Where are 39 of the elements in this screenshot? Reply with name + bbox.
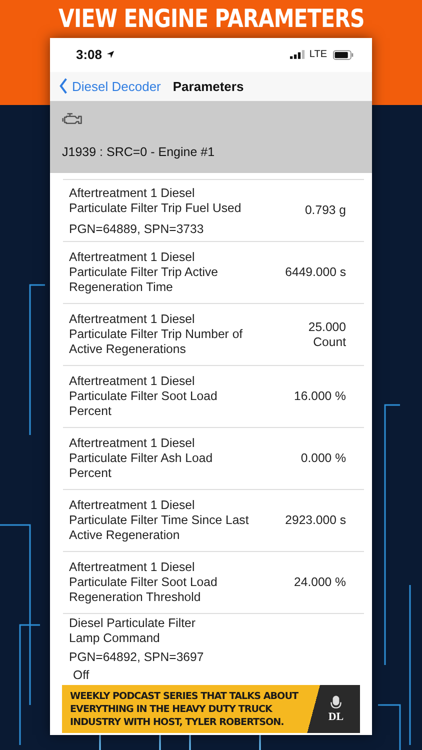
parameter-value: 25.000 Count [307,320,346,350]
parameter-value: 0.793 g [304,203,346,218]
parameter-name: Diesel Particulate Filter Lamp Command [69,616,196,646]
parameter-name: Aftertreatment 1 Diesel Particulate Filter Ash Load Percent [69,436,214,481]
battery-icon [333,50,354,60]
parameter-row[interactable]: Aftertreatment 1 Diesel Particulate Filter Trip Fuel Used PGN=64889, SPN=3733 0.793 g [63,179,364,241]
parameter-row[interactable]: Aftertreatment 1 Diesel Particulate Filter Soot Load Regeneration Threshold 24.000 % [63,551,364,613]
parameter-value: Off [72,668,90,683]
parameter-row[interactable]: Aftertreatment 1 Diesel Particulate Filter Trip Number of Active Regenerations 25.000 Count [63,303,364,365]
signal-icon [290,50,306,60]
parameter-name: Aftertreatment 1 Diesel Particulate Filter Soot Load Regeneration Threshold [69,560,218,605]
parameter-name: Aftertreatment 1 Diesel Particulate Filter Trip Fuel Used [69,186,242,216]
location-arrow-icon [106,50,116,60]
parameter-name: Aftertreatment 1 Diesel Particulate Filter Time Since Last Active Regeneration [69,498,250,543]
parameter-id: PGN=64889, SPN=3733 [69,222,205,236]
banner-text: WEEKLY PODCAST SERIES THAT TALKS ABOUT EVERYTHING IN THE HEAVY DUTY TRUCK INDUSTRY WITH HOST, TYLER ROBERTSON. [70,690,300,728]
podcast-logo: DL [316,695,356,723]
parameter-row[interactable]: Aftertreatment 1 Diesel Particulate Filter Trip Active Regeneration Time 6449.000 s [63,241,364,303]
parameter-value: 6449.000 s [284,265,346,280]
network-label: LTE [309,49,327,60]
parameter-row[interactable]: Aftertreatment 1 Diesel Particulate Filter Soot Load Percent 16.000 % [63,365,364,427]
engine-icon [62,110,83,126]
headline: VIEW ENGINE PARAMETERS [58,4,364,34]
section-title: J1939 : SRC=0 - Engine #1 [62,144,216,158]
parameter-id: PGN=64892, SPN=3697 [69,650,205,664]
nav-title: Parameters [172,78,244,94]
parameter-value: 0.000 % [300,451,346,466]
status-time: 3:08 [76,47,102,62]
back-chevron-icon [59,78,68,94]
parameter-row[interactable]: Aftertreatment 1 Diesel Particulate Filter Ash Load Percent 0.000 % [63,427,364,489]
podcast-banner[interactable]: WEEKLY PODCAST SERIES THAT TALKS ABOUT EVERYTHING IN THE HEAVY DUTY TRUCK INDUSTRY WITH HOST, TYLER ROBERTSON. DL [62,685,360,733]
parameter-value: 2923.000 s [284,513,346,528]
parameter-value: 16.000 % [293,389,346,404]
parameter-name: Aftertreatment 1 Diesel Particulate Filter Trip Number of Active Regenerations [69,312,244,357]
back-button[interactable]: Diesel Decoder [59,78,161,94]
parameter-name: Aftertreatment 1 Diesel Particulate Filter Trip Active Regeneration Time [69,250,219,295]
parameter-row[interactable]: Aftertreatment 1 Diesel Particulate Filter Time Since Last Active Regeneration 2923.000 s [63,489,364,551]
parameter-value: 24.000 % [293,575,346,590]
parameter-name: Aftertreatment 1 Diesel Particulate Filter Soot Load Percent [69,374,218,419]
